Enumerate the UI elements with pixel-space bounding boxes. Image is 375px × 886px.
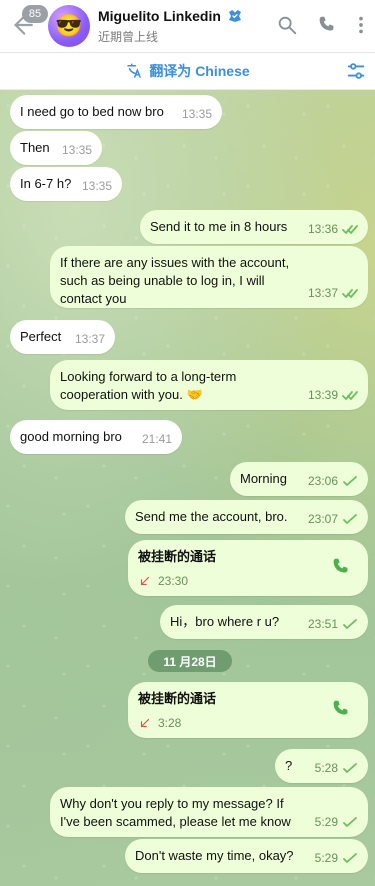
translate-bar[interactable]: 翻译为 Chinese	[0, 53, 375, 90]
message-time: 13:37	[74, 332, 105, 346]
message-time: 23:06	[307, 474, 338, 488]
check-icon	[343, 476, 357, 486]
date-separator: 11 月28日	[148, 650, 232, 672]
message-meta: 5:29	[315, 813, 358, 831]
message-outgoing[interactable]: Send me the account, bro. 23:07	[125, 500, 368, 534]
check-icon	[343, 853, 357, 863]
message-time: 13:36	[307, 222, 338, 236]
message-text: Then	[20, 140, 50, 155]
check-icon	[343, 763, 357, 773]
verified-icon	[228, 10, 241, 22]
message-meta: 13:37	[308, 284, 358, 302]
message-meta: 5:28	[315, 759, 358, 777]
message-time: 5:29	[314, 851, 338, 865]
message-outgoing[interactable]: Hi，bro where r u? 23:51	[160, 605, 368, 639]
message-meta: 13:39	[308, 386, 358, 404]
message-text: Don't waste my time, okay?	[135, 848, 294, 863]
call-title: 被挂断的通话	[138, 691, 217, 706]
translate-icon	[127, 63, 142, 78]
message-time: 23:07	[307, 512, 338, 526]
message-incoming[interactable]: Then 13:35	[10, 131, 102, 165]
chat-area[interactable]: I need go to bed now bro 13:35 Then 13:3…	[0, 90, 375, 886]
message-meta: 5:29	[315, 849, 358, 867]
message-incoming[interactable]: good morning bro 21:41	[10, 420, 182, 454]
translate-label: 翻译为 Chinese	[149, 63, 250, 79]
message-time: 23:51	[307, 617, 338, 631]
translate-settings-icon[interactable]	[345, 60, 367, 82]
call-title: 被挂断的通话	[138, 549, 217, 564]
message-text: good morning bro	[20, 429, 122, 444]
message-text: Hi，bro where r u?	[170, 614, 280, 629]
message-time: 5:29	[314, 815, 338, 829]
message-meta: 13:36	[308, 220, 358, 238]
message-time: 13:39	[307, 388, 338, 402]
message-incoming[interactable]: I need go to bed now bro 13:35	[10, 95, 222, 129]
message-meta: 13:35	[62, 141, 92, 159]
message-incoming[interactable]: Perfect 13:37	[10, 320, 115, 354]
contact-status: 近期曾上线	[98, 30, 159, 44]
message-time: 13:35	[81, 179, 112, 193]
message-text: I need go to bed now bro	[20, 104, 164, 119]
message-outgoing[interactable]: Don't waste my time, okay? 5:29	[125, 839, 368, 873]
message-time: 13:35	[61, 143, 92, 157]
message-time: 21:41	[141, 432, 172, 446]
avatar[interactable]: 😎	[48, 5, 90, 47]
chat-header: 85 😎 Miguelito Linkedin 近期曾上线	[0, 0, 375, 53]
message-outgoing[interactable]: ? 5:28	[275, 749, 368, 783]
message-outgoing[interactable]: Why don't you reply to my message? If I'…	[50, 787, 368, 837]
message-text: Why don't you reply to my message? If I'…	[60, 796, 291, 829]
message-outgoing[interactable]: Looking forward to a long-term cooperati…	[50, 360, 368, 410]
phone-icon[interactable]	[330, 698, 352, 720]
call-meta: 23:30	[138, 572, 358, 590]
message-outgoing[interactable]: If there are any issues with the account…	[50, 246, 368, 308]
message-text: Perfect	[20, 329, 62, 344]
message-incoming[interactable]: In 6-7 h? 13:35	[10, 167, 122, 201]
message-time: 13:37	[307, 286, 338, 300]
more-vert-icon[interactable]	[350, 14, 372, 36]
contact-name-row[interactable]: Miguelito Linkedin	[98, 8, 243, 24]
message-text: If there are any issues with the account…	[60, 255, 290, 306]
message-time: 13:35	[181, 107, 212, 121]
missed-call-arrow-icon	[140, 576, 150, 586]
message-text: Looking forward to a long-term cooperati…	[60, 369, 237, 402]
missed-call-message[interactable]: 被挂断的通话 3:28	[128, 682, 368, 738]
message-meta: 21:41	[142, 430, 172, 448]
message-meta: 23:51	[308, 615, 358, 633]
translate-action[interactable]: 翻译为 Chinese	[0, 61, 375, 81]
message-meta: 13:35	[182, 105, 212, 123]
avatar-emoji: 😎	[55, 13, 83, 38]
message-meta: 23:07	[308, 510, 358, 528]
check-icon	[343, 817, 357, 827]
message-outgoing[interactable]: Send it to me in 8 hours 13:36	[140, 210, 368, 244]
search-icon[interactable]	[276, 14, 298, 36]
missed-call-message[interactable]: 被挂断的通话 23:30	[128, 540, 368, 596]
message-text: Morning	[240, 471, 287, 486]
message-text: Send it to me in 8 hours	[150, 219, 288, 234]
double-check-icon	[342, 391, 358, 400]
missed-call-arrow-icon	[140, 718, 150, 728]
call-time: 23:30	[158, 574, 189, 588]
call-time: 3:28	[158, 716, 182, 730]
check-icon	[343, 514, 357, 524]
call-meta: 3:28	[138, 714, 358, 732]
message-text: ?	[285, 758, 293, 773]
double-check-icon	[342, 225, 358, 234]
message-text: Send me the account, bro.	[135, 509, 288, 524]
message-meta: 13:35	[82, 177, 112, 195]
message-text: In 6-7 h?	[20, 176, 72, 191]
unread-badge: 85	[22, 5, 48, 23]
double-check-icon	[342, 289, 358, 298]
message-meta: 13:37	[75, 330, 105, 348]
message-outgoing[interactable]: Morning 23:06	[230, 462, 368, 496]
check-icon	[343, 619, 357, 629]
contact-name: Miguelito Linkedin	[98, 8, 221, 24]
message-time: 5:28	[314, 761, 338, 775]
phone-icon[interactable]	[316, 14, 338, 36]
message-meta: 23:06	[308, 472, 358, 490]
phone-icon[interactable]	[330, 556, 352, 578]
